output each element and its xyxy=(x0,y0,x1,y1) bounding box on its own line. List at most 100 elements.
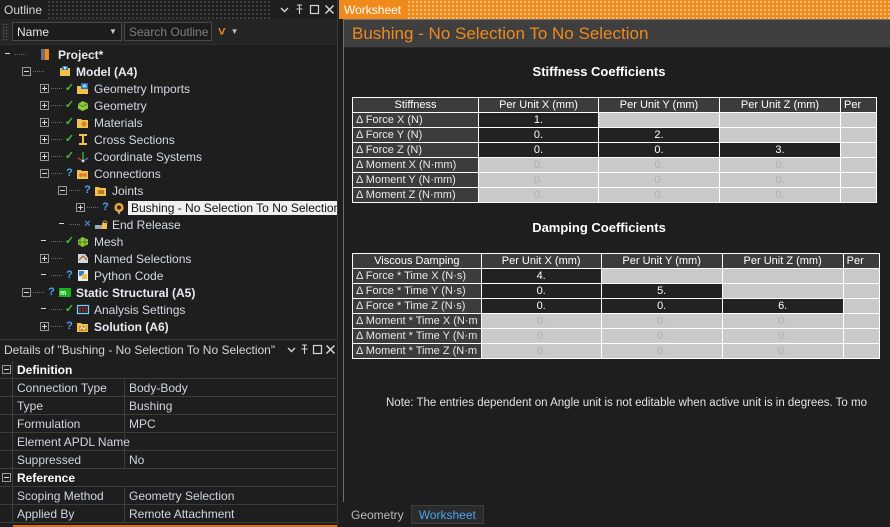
outline-filter-combo[interactable]: Name ▼ xyxy=(12,22,122,41)
minus-icon[interactable] xyxy=(1,473,11,482)
table-cell-editable[interactable]: 0. xyxy=(480,283,602,299)
details-row[interactable]: Formulation MPC xyxy=(0,415,337,433)
table-row-header: Δ Moment * Time X (N·m xyxy=(352,313,482,329)
worksheet-tab-geometry[interactable]: Geometry xyxy=(344,505,411,524)
toolbar-grip[interactable] xyxy=(2,22,9,41)
tree-item-static-structural-a5[interactable]: ? m Static Structural (A5) xyxy=(0,284,337,301)
table-cell-editable[interactable]: 0. xyxy=(480,298,602,314)
collapse-minus-icon[interactable] xyxy=(22,288,31,297)
maximize-icon[interactable] xyxy=(307,1,322,18)
named-selections-icon xyxy=(75,251,92,266)
details-row-value[interactable]: Geometry Selection xyxy=(125,487,337,504)
expand-plus-icon[interactable] xyxy=(40,254,49,263)
tree-item-label: Python Code xyxy=(94,268,164,283)
tree-item-geometry[interactable]: ✓ Geometry xyxy=(0,97,337,114)
table-cell-editable[interactable]: 1. xyxy=(478,112,599,128)
details-row[interactable]: Applied By Remote Attachment xyxy=(0,505,337,523)
details-row[interactable]: Scoping Method Geometry Selection xyxy=(0,487,337,505)
tree-item-cross-sections[interactable]: ✓ Cross Sections xyxy=(0,131,337,148)
worksheet-drag-grip[interactable] xyxy=(407,0,890,19)
worksheet-tab-worksheet[interactable]: Worksheet xyxy=(410,505,484,524)
maximize-icon[interactable] xyxy=(311,341,324,358)
table-cell-readonly: 0. xyxy=(719,187,841,203)
details-row-value[interactable]: Body-Body xyxy=(125,379,337,396)
table-cell-editable[interactable]: 0. xyxy=(598,142,720,158)
details-row-value[interactable]: MPC xyxy=(125,415,337,432)
outline-tree[interactable]: Project* Model (A4) ✓ Geometry Imports ✓ Geom… xyxy=(0,45,337,338)
tree-item-connections[interactable]: ? Connections xyxy=(0,165,337,182)
search-outline-input[interactable]: Search Outline xyxy=(124,22,212,41)
table-cell-editable[interactable]: 5. xyxy=(600,283,723,299)
tree-item-materials[interactable]: ✓ Materials xyxy=(0,114,337,131)
table-cell-editable[interactable]: 0. xyxy=(600,298,723,314)
chevron-down-icon[interactable] xyxy=(277,1,292,18)
chevron-down-icon[interactable]: ▼ xyxy=(105,27,121,36)
expand-plus-icon[interactable] xyxy=(40,101,49,110)
details-row-value[interactable]: Bushing xyxy=(125,397,337,414)
tree-item-geometry-imports[interactable]: ✓ Geometry Imports xyxy=(0,80,337,97)
tree-item-analysis-settings[interactable]: ✓ Analysis Settings xyxy=(0,301,337,318)
damping-coefficients-table[interactable]: Viscous Damping Per Unit X (mm) Per Unit Y… xyxy=(352,253,880,359)
expand-plus-icon[interactable] xyxy=(76,203,85,212)
details-row-value[interactable]: No xyxy=(125,451,337,468)
tree-item-bushing-no-selection-to-no-selection[interactable]: ? Bushing - No Selection To No Selection xyxy=(0,199,337,216)
outline-drag-grip[interactable] xyxy=(47,0,272,19)
details-row[interactable]: Element APDL Name xyxy=(0,433,337,451)
status-check-icon: ✓ xyxy=(64,150,75,162)
table-row: Δ Force * Time X (N·s) 4. xyxy=(352,268,880,284)
details-row-value[interactable] xyxy=(125,433,337,450)
outline-panel: Outline Name ▼ Search Outline ˅ ▼ Projec… xyxy=(0,0,338,338)
tree-item-project[interactable]: Project* xyxy=(0,46,337,63)
details-row-name: Suppressed xyxy=(13,451,125,468)
tree-item-joints[interactable]: ? Joints xyxy=(0,182,337,199)
tree-connector xyxy=(50,165,64,182)
collapse-minus-icon[interactable] xyxy=(40,169,49,178)
collapse-minus-icon[interactable] xyxy=(22,67,31,76)
table-cell-editable[interactable]: 3. xyxy=(719,142,841,158)
details-row[interactable]: Type Bushing xyxy=(0,397,337,415)
expand-plus-icon[interactable] xyxy=(40,152,49,161)
search-outline-placeholder: Search Outline xyxy=(129,24,209,39)
group-collapse-toggle[interactable] xyxy=(0,361,13,378)
stiffness-coefficients-table[interactable]: Stiffness Per Unit X (mm) Per Unit Y (mm) P… xyxy=(352,97,877,203)
tree-connector xyxy=(50,267,64,284)
overflow-chevron-down-icon[interactable]: ▼ xyxy=(231,27,239,36)
table-cell-editable[interactable]: 0. xyxy=(478,127,599,143)
expand-plus-icon[interactable] xyxy=(40,118,49,127)
chevron-down-icon[interactable] xyxy=(285,341,298,358)
close-icon[interactable] xyxy=(322,1,337,18)
table-cell-readonly: 0. xyxy=(480,328,602,344)
details-row[interactable]: Suppressed No xyxy=(0,451,337,469)
group-collapse-toggle[interactable] xyxy=(0,469,13,486)
table-cell-editable[interactable]: 0. xyxy=(478,142,599,158)
tree-item-python-code[interactable]: ? Python Code xyxy=(0,267,337,284)
pin-icon[interactable] xyxy=(292,1,307,18)
tree-item-solution-a6[interactable]: ? Solution (A6) xyxy=(0,318,337,335)
tree-item-end-release[interactable]: × End Release xyxy=(0,216,337,233)
minus-icon[interactable] xyxy=(1,365,11,374)
table-cell-editable[interactable]: 4. xyxy=(480,268,602,284)
details-group-header[interactable]: Definition xyxy=(0,361,337,379)
table-cell-empty xyxy=(842,343,880,359)
tree-item-model-a4[interactable]: Model (A4) xyxy=(0,63,337,80)
details-grid[interactable]: Definition Connection Type Body-Body Type Bu… xyxy=(0,361,337,527)
details-row-gutter xyxy=(0,451,13,468)
collapse-minus-icon[interactable] xyxy=(58,186,67,195)
tree-item-coordinate-systems[interactable]: ✓ Coordinate Systems xyxy=(0,148,337,165)
close-icon[interactable] xyxy=(324,341,337,358)
pin-icon[interactable] xyxy=(298,341,311,358)
expand-plus-icon[interactable] xyxy=(40,322,49,331)
details-row-value[interactable]: Remote Attachment xyxy=(125,505,337,522)
details-row[interactable]: Connection Type Body-Body xyxy=(0,379,337,397)
worksheet-tab-bar[interactable]: Geometry Worksheet xyxy=(339,502,890,527)
table-cell-editable[interactable]: 2. xyxy=(598,127,720,143)
tree-item-named-selections[interactable]: Named Selections xyxy=(0,250,337,267)
expand-plus-icon[interactable] xyxy=(40,84,49,93)
expand-plus-icon[interactable] xyxy=(40,135,49,144)
status-question-icon: ? xyxy=(66,320,73,332)
table-cell-empty xyxy=(719,112,841,128)
tree-item-mesh[interactable]: ✓ Mesh xyxy=(0,233,337,250)
expand-all-chevron-icon[interactable]: ˅ xyxy=(218,25,226,38)
table-cell-editable[interactable]: 6. xyxy=(721,298,844,314)
details-group-header[interactable]: Reference xyxy=(0,469,337,487)
